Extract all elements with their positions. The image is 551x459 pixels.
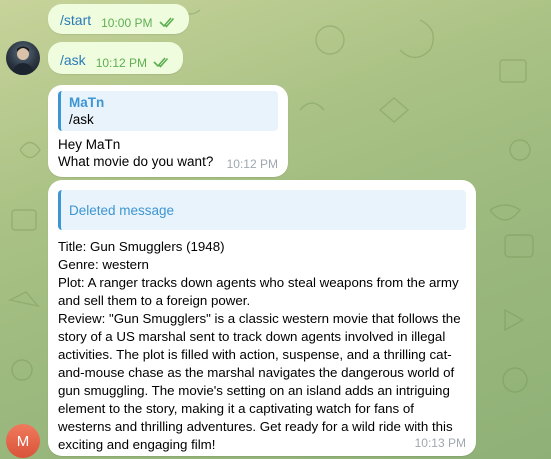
outgoing-message-start[interactable]: /start 10:00 PM — [48, 4, 189, 34]
incoming-message-greeting[interactable]: MaTn /ask Hey MaTn What movie do you wan… — [48, 85, 288, 177]
movie-review-line: activities. The plot is filled with acti… — [58, 347, 452, 362]
incoming-message-movie[interactable]: Deleted message Title: Gun Smugglers (19… — [48, 180, 476, 456]
person-photo-icon — [12, 46, 34, 75]
movie-plot-line: Plot: A ranger tracks down agents who st… — [58, 275, 459, 290]
reply-quote-deleted[interactable]: Deleted message — [58, 190, 466, 230]
user-avatar[interactable] — [6, 41, 40, 75]
movie-review-line: gun smuggling. The movie's setting on an… — [58, 383, 450, 398]
movie-title: Title: Gun Smugglers (1948) — [58, 239, 225, 254]
message-time: 10:12 PM — [226, 157, 278, 171]
message-time: 10:13 PM — [414, 436, 466, 450]
outgoing-message-ask[interactable]: /ask 10:12 PM — [48, 42, 184, 74]
message-body: Title: Gun Smugglers (1948) Genre: weste… — [58, 238, 466, 454]
reply-quote[interactable]: MaTn /ask — [58, 91, 278, 131]
movie-review-line: element to the story, making it a captiv… — [58, 401, 414, 416]
bot-avatar[interactable]: M — [6, 424, 40, 458]
read-checkmarks-icon — [153, 57, 169, 68]
message-time: 10:00 PM — [101, 16, 177, 30]
reply-author: MaTn — [69, 95, 105, 110]
movie-genre: Genre: western — [58, 257, 149, 272]
read-checkmarks-icon — [159, 17, 174, 28]
reply-text: /ask — [69, 112, 94, 127]
avatar-letter: M — [16, 432, 30, 450]
message-text: /ask — [60, 52, 86, 68]
movie-review-line: westerns and thrilling adventures. Get r… — [58, 419, 453, 434]
message-time: 10:12 PM — [96, 56, 172, 70]
message-line: Hey MaTn — [58, 137, 121, 152]
movie-review-line: exciting and engaging film! — [58, 437, 216, 452]
message-text: /start — [60, 12, 92, 28]
movie-review-line: and-mouse chase as the marshal navigates… — [58, 365, 455, 380]
movie-plot-line: and sell them to a foreign power. — [58, 293, 251, 308]
movie-review-line: Review: "Gun Smugglers" is a classic wes… — [58, 311, 461, 326]
movie-review-line: story of a US marshal sent to track down… — [58, 329, 446, 344]
